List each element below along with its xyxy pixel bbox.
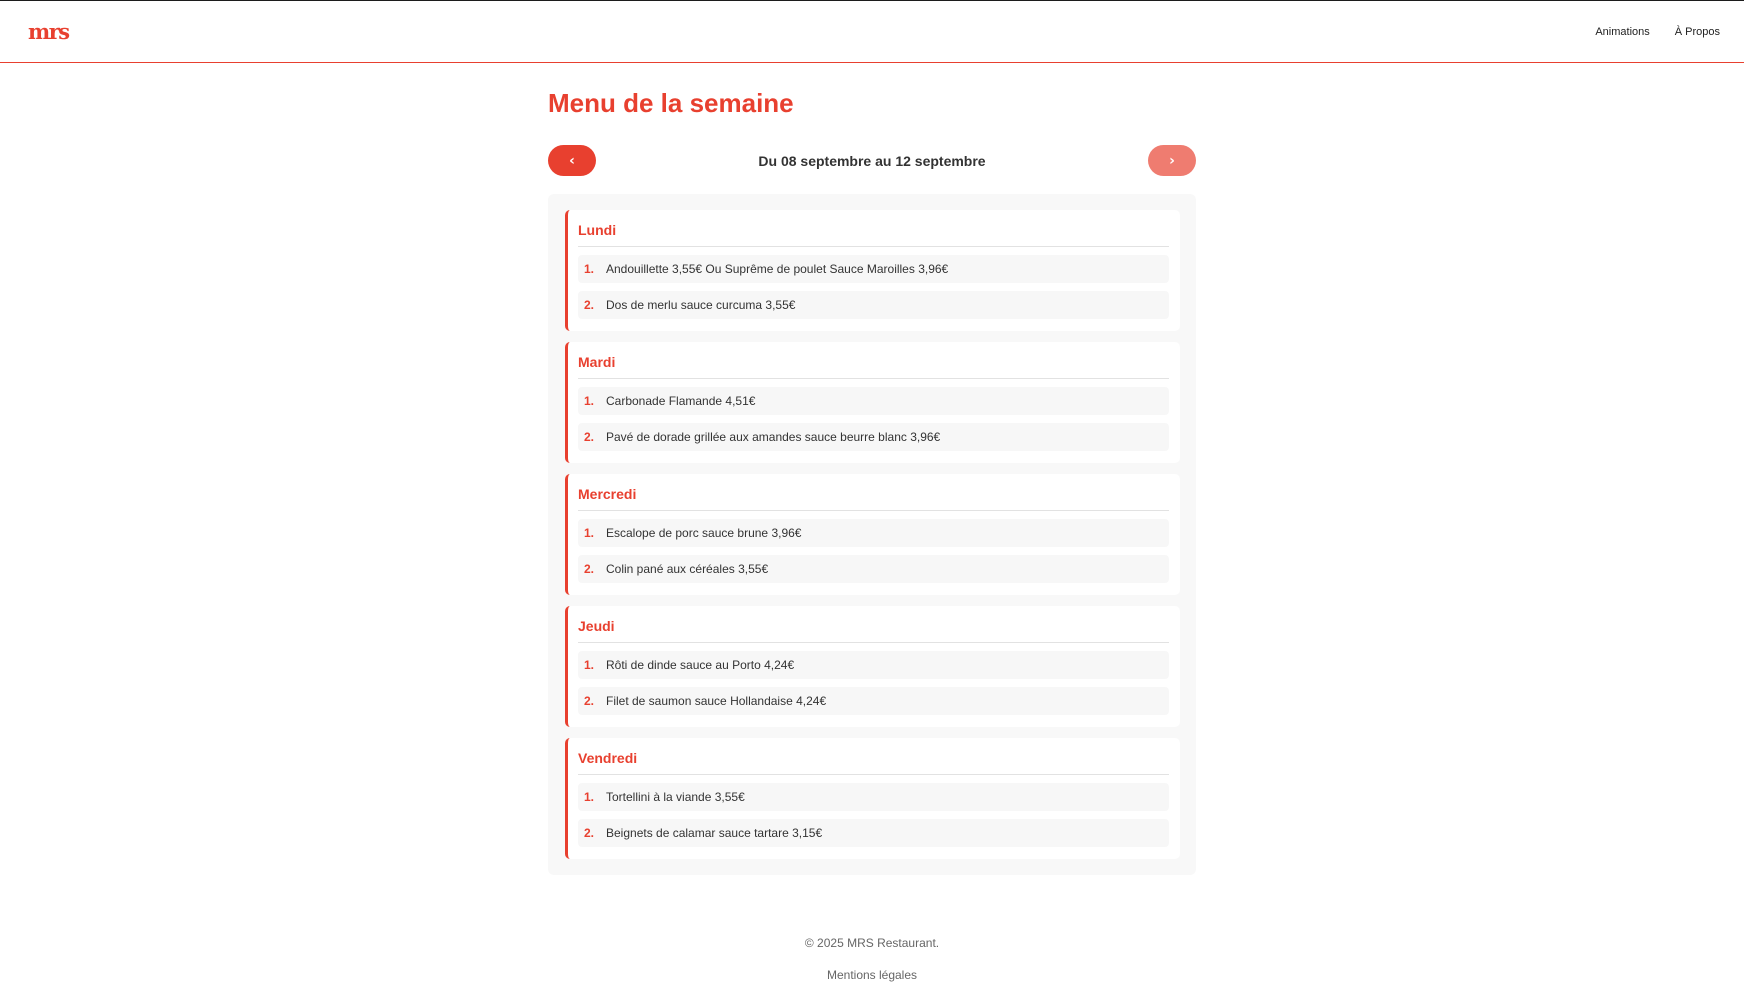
dish-number: 1. <box>584 790 595 804</box>
day-card-mardi: Mardi 1. Carbonade Flamande 4,51€ 2. Pav… <box>565 342 1180 463</box>
nav-link-a-propos[interactable]: À Propos <box>1675 26 1720 38</box>
main-content: Menu de la semaine ‹ Du 08 septembre au … <box>548 63 1196 875</box>
dish-number: 2. <box>584 430 595 444</box>
dish-number: 2. <box>584 694 595 708</box>
dish-item: 2. Pavé de dorade grillée aux amandes sa… <box>578 423 1169 451</box>
dish-text: Dos de merlu sauce curcuma 3,55€ <box>606 298 796 312</box>
week-navigation: ‹ Du 08 septembre au 12 septembre › <box>548 145 1196 176</box>
dish-item: 2. Dos de merlu sauce curcuma 3,55€ <box>578 291 1169 319</box>
legal-notice-link[interactable]: Mentions légales <box>827 968 917 982</box>
dish-number: 1. <box>584 394 595 408</box>
previous-week-button[interactable]: ‹ <box>548 145 596 176</box>
dish-number: 1. <box>584 658 595 672</box>
dish-text: Filet de saumon sauce Hollandaise 4,24€ <box>606 694 827 708</box>
day-card-lundi: Lundi 1. Andouillette 3,55€ Ou Suprême d… <box>565 210 1180 331</box>
dish-text: Beignets de calamar sauce tartare 3,15€ <box>606 826 823 840</box>
dish-number: 2. <box>584 298 595 312</box>
dish-number: 2. <box>584 826 595 840</box>
dish-item: 1. Escalope de porc sauce brune 3,96€ <box>578 519 1169 547</box>
dish-text: Rôti de dinde sauce au Porto 4,24€ <box>606 658 795 672</box>
day-title: Jeudi <box>578 618 1169 643</box>
dish-number: 1. <box>584 262 595 276</box>
dish-number: 2. <box>584 562 595 576</box>
dish-text: Escalope de porc sauce brune 3,96€ <box>606 526 802 540</box>
top-nav: Animations À Propos <box>1595 26 1720 38</box>
dish-item: 2. Beignets de calamar sauce tartare 3,1… <box>578 819 1169 847</box>
day-title: Mardi <box>578 354 1169 379</box>
day-title: Mercredi <box>578 486 1169 511</box>
dish-item: 1. Andouillette 3,55€ Ou Suprême de poul… <box>578 255 1169 283</box>
dish-number: 1. <box>584 526 595 540</box>
day-card-vendredi: Vendredi 1. Tortellini à la viande 3,55€… <box>565 738 1180 859</box>
day-card-mercredi: Mercredi 1. Escalope de porc sauce brune… <box>565 474 1180 595</box>
dish-text: Carbonade Flamande 4,51€ <box>606 394 756 408</box>
next-week-button[interactable]: › <box>1148 145 1196 176</box>
dish-text: Pavé de dorade grillée aux amandes sauce… <box>606 430 941 444</box>
day-card-jeudi: Jeudi 1. Rôti de dinde sauce au Porto 4,… <box>565 606 1180 727</box>
site-logo[interactable]: mrs <box>28 21 70 42</box>
dish-item: 2. Colin pané aux céréales 3,55€ <box>578 555 1169 583</box>
dish-item: 1. Rôti de dinde sauce au Porto 4,24€ <box>578 651 1169 679</box>
week-range-label: Du 08 septembre au 12 septembre <box>758 152 986 169</box>
dish-item: 1. Tortellini à la viande 3,55€ <box>578 783 1169 811</box>
page-title: Menu de la semaine <box>548 88 794 118</box>
nav-link-animations[interactable]: Animations <box>1595 26 1649 38</box>
site-footer: © 2025 MRS Restaurant. Mentions légales <box>0 935 1744 984</box>
dish-text: Colin pané aux céréales 3,55€ <box>606 562 769 576</box>
day-title: Vendredi <box>578 750 1169 775</box>
copyright-text: © 2025 MRS Restaurant. <box>804 936 940 950</box>
dish-item: 2. Filet de saumon sauce Hollandaise 4,2… <box>578 687 1169 715</box>
day-title: Lundi <box>578 222 1169 247</box>
dish-text: Tortellini à la viande 3,55€ <box>606 790 745 804</box>
weekly-menu-panel: Lundi 1. Andouillette 3,55€ Ou Suprême d… <box>548 194 1196 875</box>
dish-item: 1. Carbonade Flamande 4,51€ <box>578 387 1169 415</box>
site-header: mrs Animations À Propos <box>0 1 1744 63</box>
dish-text: Andouillette 3,55€ Ou Suprême de poulet … <box>606 262 949 276</box>
